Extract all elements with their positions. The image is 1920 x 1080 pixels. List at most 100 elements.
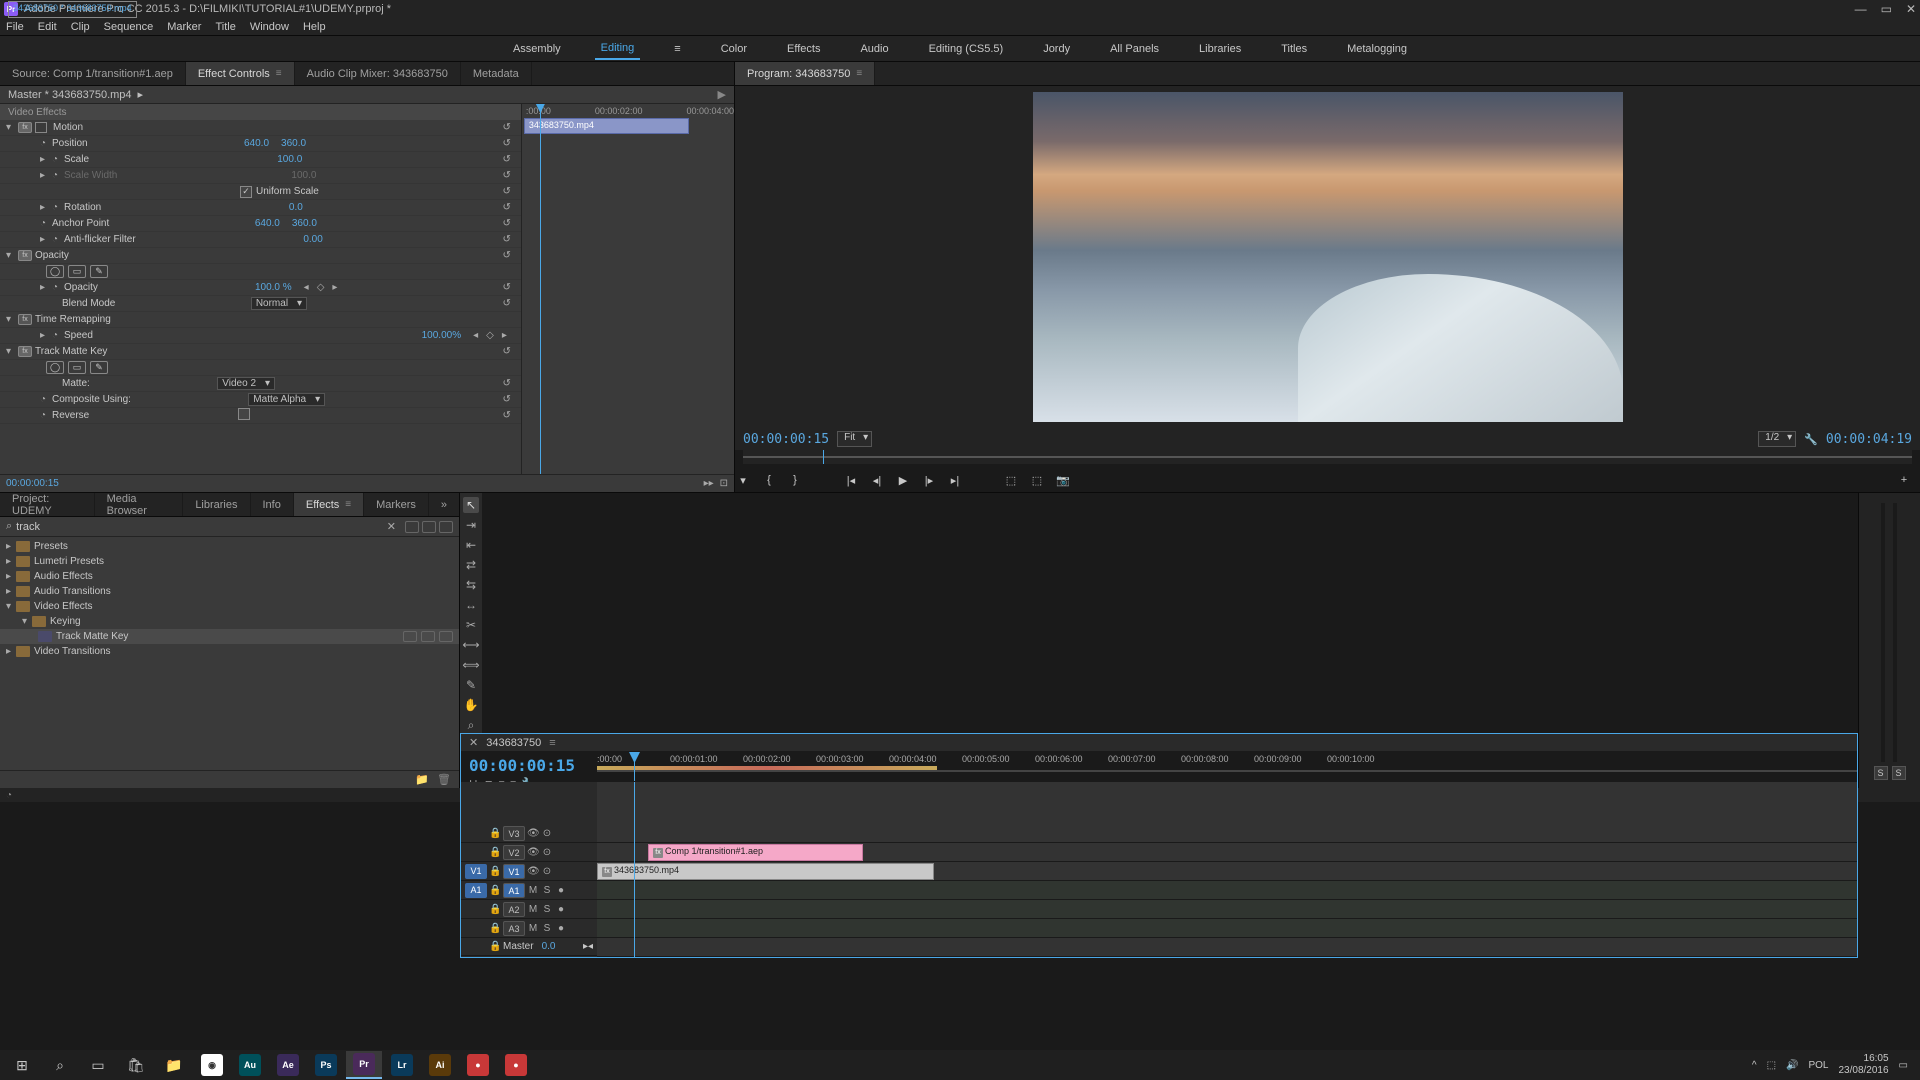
add-kf-icon[interactable]: ◇: [486, 330, 494, 341]
track-select-back-icon[interactable]: ⇤: [463, 537, 479, 553]
stopwatch-icon[interactable]: ◔: [40, 218, 52, 229]
reset-icon[interactable]: ↺: [502, 186, 510, 197]
uniform-checkbox[interactable]: ✓: [240, 186, 252, 198]
ec-play-icon[interactable]: ▶: [718, 88, 726, 101]
solo-r-button[interactable]: S: [1892, 766, 1906, 780]
goto-in-icon[interactable]: |◂: [843, 472, 859, 488]
stopwatch-icon[interactable]: ◔: [52, 330, 64, 341]
menu-title[interactable]: Title: [215, 21, 235, 33]
menu-marker[interactable]: Marker: [167, 21, 201, 33]
solo-l-button[interactable]: S: [1874, 766, 1888, 780]
playhead-icon[interactable]: [823, 450, 824, 464]
ws-editing[interactable]: Editing: [595, 38, 641, 60]
folder-audio-effects[interactable]: ▸Audio Effects: [0, 569, 459, 584]
ec-master[interactable]: Master * 343683750.mp4: [8, 89, 132, 101]
fx-toggle-icon[interactable]: fx: [18, 314, 32, 325]
program-tc-left[interactable]: 00:00:00:15: [743, 432, 829, 447]
in-icon[interactable]: {: [761, 472, 777, 488]
tab-audio-mixer[interactable]: Audio Clip Mixer: 343683750: [295, 62, 461, 85]
ws-titles[interactable]: Titles: [1275, 39, 1313, 59]
menu-file[interactable]: File: [6, 21, 24, 33]
ws-audio[interactable]: Audio: [854, 39, 894, 59]
position-y[interactable]: 360.0: [281, 138, 306, 149]
lock-icon[interactable]: 🔒: [489, 904, 501, 915]
add-button-icon[interactable]: +: [1896, 472, 1912, 488]
eye-icon[interactable]: 👁: [527, 847, 539, 858]
close-button[interactable]: ✕: [1906, 2, 1916, 16]
track-header-v3[interactable]: 🔒V3👁⊙: [461, 824, 597, 843]
menu-sequence[interactable]: Sequence: [104, 21, 154, 33]
track-target[interactable]: V1: [503, 864, 525, 879]
track-header-a2[interactable]: 🔒A2MS●: [461, 900, 597, 919]
folder-presets[interactable]: ▸Presets: [0, 539, 459, 554]
taskbar-premiere[interactable]: Pr: [346, 1051, 382, 1079]
badge-yuv-icon[interactable]: [439, 521, 453, 533]
rate-stretch-icon[interactable]: ↔: [463, 597, 479, 613]
reset-icon[interactable]: ↺: [502, 298, 510, 309]
folder-keying[interactable]: ▾Keying: [0, 614, 459, 629]
tab-metadata[interactable]: Metadata: [461, 62, 532, 85]
position-x[interactable]: 640.0: [244, 138, 269, 149]
panel-menu-icon[interactable]: ≡: [549, 737, 555, 749]
taskbar-illustrator[interactable]: Ai: [422, 1051, 458, 1079]
mask-ellipse-icon[interactable]: ◯: [46, 265, 64, 278]
track-header-master[interactable]: 🔒Master0.0▸◂: [461, 938, 597, 956]
mute-icon[interactable]: M: [527, 904, 539, 915]
reset-icon[interactable]: ↺: [502, 346, 510, 357]
lock-icon[interactable]: 🔒: [489, 828, 501, 839]
track-target[interactable]: V3: [503, 826, 525, 841]
track-source[interactable]: V1: [465, 864, 487, 879]
track-a2[interactable]: [597, 900, 1857, 919]
ws-color[interactable]: Color: [715, 39, 753, 59]
tab-effects[interactable]: Effects≡: [294, 493, 364, 516]
reset-icon[interactable]: ↺: [502, 218, 510, 229]
eye-icon[interactable]: 👁: [527, 828, 539, 839]
menu-window[interactable]: Window: [250, 21, 289, 33]
lock-icon[interactable]: 🔒: [489, 866, 501, 877]
rotation-val[interactable]: 0.0: [289, 202, 303, 213]
timeline-ruler[interactable]: :00:00 00:00:01:00 00:00:02:00 00:00:03:…: [597, 752, 1857, 782]
tab-program[interactable]: Program: 343683750≡: [735, 62, 875, 85]
ws-assembly[interactable]: Assembly: [507, 39, 567, 59]
fx-toggle-icon[interactable]: fx: [18, 122, 32, 133]
folder-video-transitions[interactable]: ▸Video Transitions: [0, 644, 459, 659]
reset-icon[interactable]: ↺: [502, 170, 510, 181]
ripple-icon[interactable]: ⇄: [463, 557, 479, 573]
track-target[interactable]: V2: [503, 845, 525, 860]
tray-lang[interactable]: POL: [1808, 1060, 1828, 1071]
rec-icon[interactable]: ●: [555, 904, 567, 915]
lock-icon[interactable]: 🔒: [489, 847, 501, 858]
camera-icon[interactable]: 📷: [1055, 472, 1071, 488]
panel-menu-icon[interactable]: ≡: [856, 68, 862, 79]
folder-video-effects[interactable]: ▾Video Effects: [0, 599, 459, 614]
next-kf-icon[interactable]: ▸: [332, 282, 337, 293]
stopwatch-icon[interactable]: ◔: [52, 234, 64, 245]
preset-track-matte-key[interactable]: Track Matte Key: [0, 629, 459, 644]
program-tc-right[interactable]: 00:00:04:19: [1826, 432, 1912, 447]
tray-network-icon[interactable]: ⬚: [1767, 1060, 1776, 1071]
track-master[interactable]: [597, 938, 1857, 957]
taskbar-audition[interactable]: Au: [232, 1051, 268, 1079]
timeline-timecode[interactable]: 00:00:00:15: [469, 756, 589, 775]
panel-menu-icon[interactable]: ≡: [276, 68, 282, 79]
prev-kf-icon[interactable]: ◂: [473, 330, 478, 341]
ec-foot-icon[interactable]: ▸▸: [704, 478, 714, 489]
taskbar-chrome[interactable]: ◉: [194, 1051, 230, 1079]
maximize-button[interactable]: ▭: [1881, 2, 1892, 16]
ws-editing-cs55[interactable]: Editing (CS5.5): [923, 39, 1010, 59]
reset-icon[interactable]: ↺: [502, 202, 510, 213]
tray-clock[interactable]: 16:05 23/08/2016: [1838, 1053, 1888, 1077]
tab-libraries[interactable]: Libraries: [183, 493, 250, 516]
lock-icon[interactable]: 🔒: [489, 923, 501, 934]
slide-icon[interactable]: ⟺: [463, 657, 479, 673]
mask-pen-icon[interactable]: ✎: [90, 361, 108, 374]
taskbar-search[interactable]: ⌕: [42, 1051, 78, 1079]
program-viewer[interactable]: [735, 86, 1920, 428]
fx-track-matte[interactable]: ▾fxTrack Matte Key↺: [0, 344, 521, 360]
track-header-v1[interactable]: V1🔒V1👁⊙: [461, 862, 597, 881]
playhead-icon[interactable]: [634, 782, 635, 957]
transform-icon[interactable]: [35, 122, 47, 133]
resolution-select[interactable]: 1/2: [1758, 431, 1796, 447]
clear-icon[interactable]: ✕: [387, 520, 396, 533]
fx-motion[interactable]: ▾fxMotion↺: [0, 120, 521, 136]
